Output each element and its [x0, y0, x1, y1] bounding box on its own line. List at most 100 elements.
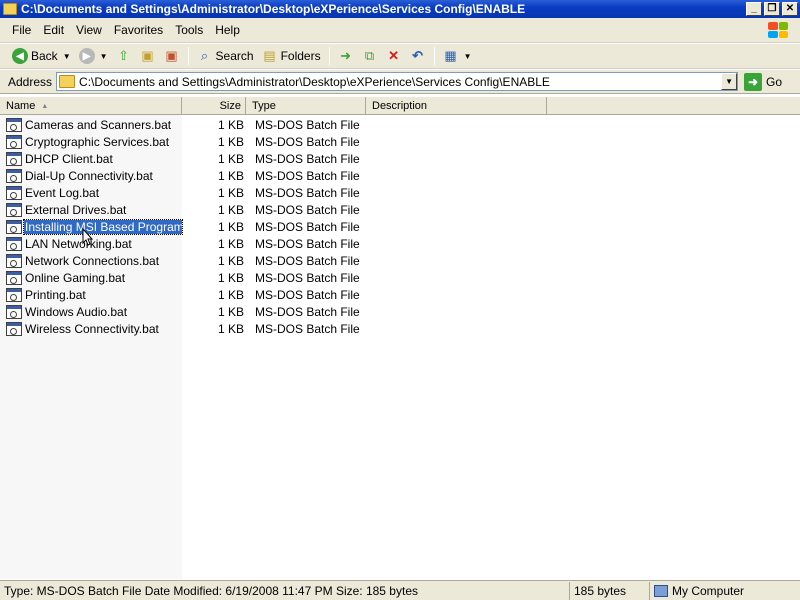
file-name-cell[interactable]: Dial-Up Connectivity.bat: [0, 168, 182, 183]
file-name-cell[interactable]: Network Connections.bat: [0, 253, 182, 268]
forward-button[interactable]: ▶ ▼: [75, 45, 112, 67]
maximize-button[interactable]: ❐: [764, 2, 780, 16]
file-row[interactable]: DHCP Client.bat 1 KB MS-DOS Batch File: [0, 150, 800, 167]
batch-file-icon[interactable]: [6, 168, 22, 183]
file-name[interactable]: Network Connections.bat: [24, 254, 160, 268]
go-button[interactable]: ➜ Go: [744, 72, 782, 91]
file-name[interactable]: Cryptographic Services.bat: [24, 135, 170, 149]
file-name[interactable]: Wireless Connectivity.bat: [24, 322, 160, 336]
menu-view[interactable]: View: [70, 23, 108, 37]
menu-favorites[interactable]: Favorites: [108, 23, 169, 37]
file-name-cell[interactable]: DHCP Client.bat: [0, 151, 182, 166]
file-name[interactable]: Installing MSI Based Programs...: [23, 218, 183, 235]
search-button[interactable]: ⌕ Search: [193, 45, 258, 67]
batch-file-icon[interactable]: [6, 270, 22, 285]
folder-sync-icon: ▣: [141, 48, 154, 63]
copy-to-button[interactable]: ⧉: [358, 45, 382, 67]
column-header-type[interactable]: Type: [246, 97, 366, 115]
file-name-cell[interactable]: Cryptographic Services.bat: [0, 134, 182, 149]
status-details: Type: MS-DOS Batch File Date Modified: 6…: [0, 581, 570, 600]
file-name-cell[interactable]: External Drives.bat: [0, 202, 182, 217]
file-name-cell[interactable]: Printing.bat: [0, 287, 182, 302]
status-size: 185 bytes: [570, 581, 650, 600]
file-row[interactable]: Event Log.bat 1 KB MS-DOS Batch File: [0, 184, 800, 201]
delete-button[interactable]: ✕: [382, 45, 406, 67]
windows-logo-icon: [764, 20, 792, 40]
batch-file-icon[interactable]: [6, 219, 22, 234]
file-row[interactable]: LAN Networking.bat 1 KB MS-DOS Batch File: [0, 235, 800, 252]
batch-file-icon[interactable]: [6, 117, 22, 132]
batch-file-icon[interactable]: [6, 253, 22, 268]
batch-file-icon[interactable]: [6, 304, 22, 319]
file-size: 1 KB: [217, 236, 244, 251]
file-name[interactable]: External Drives.bat: [24, 203, 127, 217]
file-list[interactable]: Cameras and Scanners.bat 1 KB MS-DOS Batch…: [0, 115, 800, 579]
batch-file-icon[interactable]: [6, 321, 22, 336]
menu-help[interactable]: Help: [209, 23, 246, 37]
mouse-cursor-icon: [82, 228, 94, 246]
file-name[interactable]: Printing.bat: [24, 288, 87, 302]
title-bar[interactable]: C:\Documents and Settings\Administrator\…: [0, 0, 800, 18]
folder-delete-button[interactable]: ▣: [160, 45, 184, 67]
file-name[interactable]: LAN Networking.bat: [24, 237, 133, 251]
back-button[interactable]: ◀ Back ▼: [8, 45, 75, 67]
chevron-down-icon[interactable]: ▼: [100, 52, 108, 61]
file-name-cell[interactable]: Wireless Connectivity.bat: [0, 321, 182, 336]
minimize-button[interactable]: _: [746, 2, 762, 16]
file-name-cell[interactable]: Cameras and Scanners.bat: [0, 117, 182, 132]
folder-icon: [3, 3, 17, 15]
file-name[interactable]: Event Log.bat: [24, 186, 100, 200]
folder-sync-button[interactable]: ▣: [136, 45, 160, 67]
views-button[interactable]: ▦ ▼: [439, 45, 476, 67]
menu-file[interactable]: File: [6, 23, 37, 37]
address-bar: Address C:\Documents and Settings\Admini…: [0, 70, 800, 94]
folders-button[interactable]: ▤ Folders: [258, 45, 325, 67]
up-folder-icon: ⇧: [118, 48, 129, 63]
column-header-description[interactable]: Description: [366, 97, 547, 115]
close-button[interactable]: ✕: [782, 2, 798, 16]
file-row[interactable]: Network Connections.bat 1 KB MS-DOS Batch …: [0, 252, 800, 269]
file-type: MS-DOS Batch File: [255, 219, 360, 234]
file-name-cell[interactable]: Windows Audio.bat: [0, 304, 182, 319]
batch-file-icon[interactable]: [6, 185, 22, 200]
batch-file-icon[interactable]: [6, 151, 22, 166]
chevron-down-icon[interactable]: ▼: [464, 52, 472, 61]
file-name[interactable]: Cameras and Scanners.bat: [24, 118, 172, 132]
file-name-cell[interactable]: Event Log.bat: [0, 185, 182, 200]
file-size: 1 KB: [217, 151, 244, 166]
address-label: Address: [8, 74, 53, 89]
batch-file-icon[interactable]: [6, 134, 22, 149]
column-header-size[interactable]: Size: [182, 97, 246, 115]
file-row[interactable]: Wireless Connectivity.bat 1 KB MS-DOS Batc…: [0, 320, 800, 337]
file-name[interactable]: Windows Audio.bat: [24, 305, 128, 319]
batch-file-icon[interactable]: [6, 202, 22, 217]
file-row[interactable]: Dial-Up Connectivity.bat 1 KB MS-DOS Batch…: [0, 167, 800, 184]
file-row[interactable]: External Drives.bat 1 KB MS-DOS Batch File: [0, 201, 800, 218]
up-button[interactable]: ⇧: [112, 45, 136, 67]
file-name-cell[interactable]: Online Gaming.bat: [0, 270, 182, 285]
file-name[interactable]: Dial-Up Connectivity.bat: [24, 169, 154, 183]
file-row[interactable]: Installing MSI Based Programs... 1 KB MS-D…: [0, 218, 800, 235]
file-row[interactable]: Printing.bat 1 KB MS-DOS Batch File: [0, 286, 800, 303]
batch-file-icon[interactable]: [6, 236, 22, 251]
toolbar-separator: [433, 47, 435, 65]
batch-file-icon[interactable]: [6, 287, 22, 302]
file-name[interactable]: DHCP Client.bat: [24, 152, 114, 166]
file-type: MS-DOS Batch File: [255, 185, 360, 200]
chevron-down-icon[interactable]: ▼: [63, 52, 71, 61]
move-to-button[interactable]: ➜: [334, 45, 358, 67]
menu-tools[interactable]: Tools: [169, 23, 209, 37]
window-controls: _ ❐ ✕: [746, 2, 798, 16]
file-row[interactable]: Windows Audio.bat 1 KB MS-DOS Batch File: [0, 303, 800, 320]
file-row[interactable]: Cryptographic Services.bat 1 KB MS-DOS Bat…: [0, 133, 800, 150]
address-dropdown-button[interactable]: ▼: [721, 73, 738, 90]
file-type: MS-DOS Batch File: [255, 253, 360, 268]
file-row[interactable]: Online Gaming.bat 1 KB MS-DOS Batch File: [0, 269, 800, 286]
file-row[interactable]: Cameras and Scanners.bat 1 KB MS-DOS Batch…: [0, 116, 800, 133]
undo-button[interactable]: ↶: [406, 45, 430, 67]
menu-edit[interactable]: Edit: [37, 23, 70, 37]
file-name[interactable]: Online Gaming.bat: [24, 271, 126, 285]
address-input[interactable]: C:\Documents and Settings\Administrator\…: [56, 72, 739, 91]
column-header-name[interactable]: Name ▲: [0, 97, 182, 115]
copy-to-icon: ⧉: [364, 48, 375, 63]
